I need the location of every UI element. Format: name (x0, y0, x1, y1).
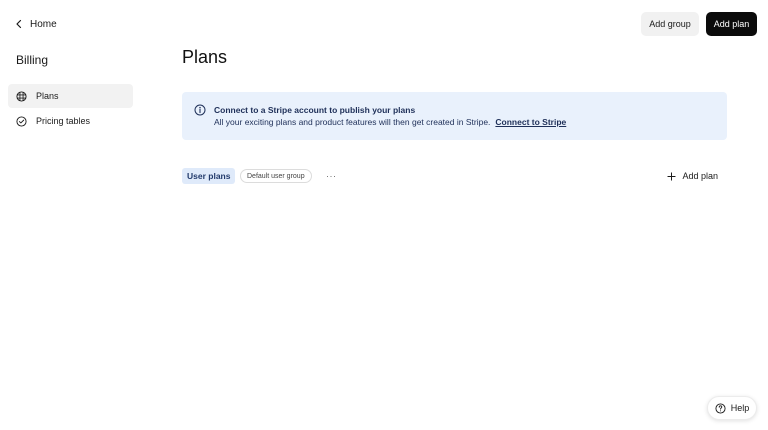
sidebar-item-pricing-tables[interactable]: Pricing tables (8, 109, 133, 133)
back-home-label: Home (30, 18, 57, 30)
sidebar-item-label: Pricing tables (36, 116, 91, 126)
sidebar-item-plans[interactable]: Plans (8, 84, 133, 108)
plans-grid-icon (16, 90, 27, 102)
help-button[interactable]: Help (707, 396, 757, 420)
add-group-button[interactable]: Add group (641, 12, 699, 36)
banner-body-row: All your exciting plans and product feat… (214, 117, 566, 127)
page-title: Plans (182, 47, 228, 67)
add-plan-button[interactable]: Add plan (706, 12, 757, 36)
question-circle-icon (715, 402, 726, 414)
tab-user-plans[interactable]: User plans (182, 168, 236, 184)
stripe-connect-banner: Connect to a Stripe account to publish y… (182, 92, 727, 140)
back-home-link[interactable]: Home (14, 16, 57, 32)
help-label: Help (730, 403, 750, 413)
banner-heading: Connect to a Stripe account to publish y… (214, 105, 416, 115)
chevron-left-icon (16, 19, 22, 29)
banner-body: All your exciting plans and product feat… (214, 117, 491, 127)
sidebar-item-label: Plans (36, 91, 59, 101)
add-plan-to-group-button[interactable]: Add plan (667, 168, 718, 184)
plus-icon (667, 171, 677, 181)
info-icon (194, 104, 206, 116)
more-options-button[interactable]: ··· (326, 168, 337, 184)
plan-group-row: User plans Default user group ··· Add pl… (182, 168, 727, 184)
default-user-group-badge: Default user group (240, 169, 312, 183)
check-circle-icon (16, 115, 27, 127)
connect-to-stripe-link[interactable]: Connect to Stripe (495, 117, 566, 127)
sidebar-title: Billing (16, 53, 49, 67)
add-plan-to-group-label: Add plan (682, 171, 718, 181)
sidebar-nav: Plans Pricing tables (8, 84, 133, 134)
